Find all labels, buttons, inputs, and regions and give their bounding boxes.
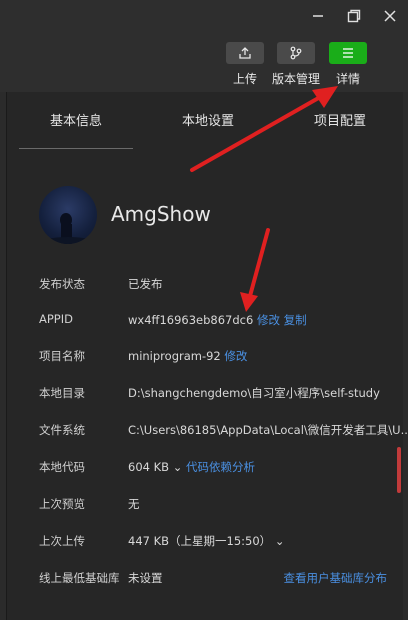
arrow-to-details: [190, 86, 338, 172]
annotation-arrows: [190, 86, 338, 312]
arrow-to-appid-edit: [240, 228, 270, 312]
